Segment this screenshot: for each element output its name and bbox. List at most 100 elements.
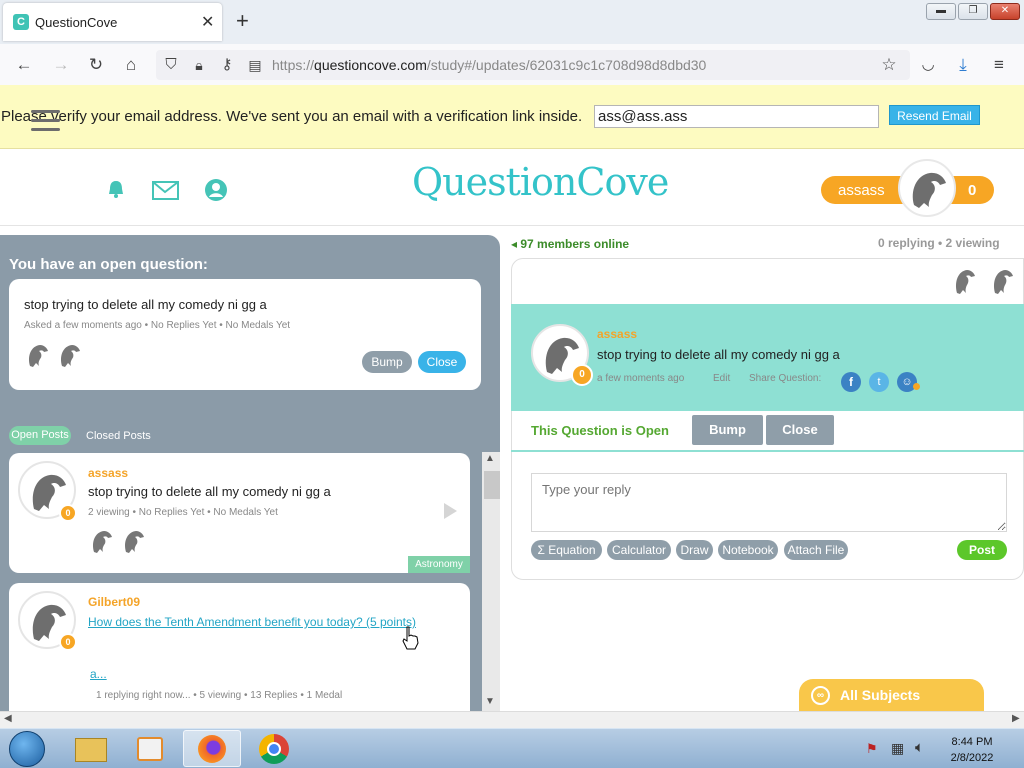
shield-icon[interactable]: ⛉ bbox=[160, 54, 182, 76]
open-question-text[interactable]: stop trying to delete all my comedy ni g… bbox=[24, 297, 267, 312]
horizontal-scrollbar[interactable] bbox=[0, 711, 1024, 728]
email-field[interactable] bbox=[594, 105, 879, 128]
dolphin-medal-icon bbox=[93, 531, 112, 553]
bookmark-star-icon[interactable]: ☆ bbox=[878, 54, 900, 76]
post-title-link[interactable]: How does the Tenth Amendment benefit you… bbox=[88, 613, 418, 631]
equation-button[interactable]: Σ Equation bbox=[531, 540, 602, 560]
pocket-icon[interactable]: ◡ bbox=[917, 54, 939, 76]
user-badge: 0 bbox=[59, 504, 77, 522]
taskbar-explorer[interactable] bbox=[62, 730, 120, 767]
folder-icon bbox=[75, 738, 107, 762]
bump-button[interactable]: Bump bbox=[362, 351, 412, 373]
divider bbox=[511, 450, 1024, 452]
open-question-heading: You have an open question: bbox=[9, 256, 208, 273]
home-icon[interactable]: ⌂ bbox=[120, 54, 142, 76]
user-badge: 0 bbox=[59, 633, 77, 651]
downloads-icon[interactable]: ⤓ bbox=[952, 54, 974, 76]
share-label: Share Question: bbox=[749, 373, 822, 384]
resend-email-button[interactable]: Resend Email bbox=[889, 105, 980, 125]
user-avatar[interactable] bbox=[898, 159, 956, 217]
draw-button[interactable]: Draw bbox=[676, 540, 713, 560]
page-info-icon[interactable]: ▤ bbox=[244, 54, 266, 76]
new-tab-icon[interactable]: + bbox=[236, 8, 249, 34]
close-tab-icon[interactable]: ✕ bbox=[201, 12, 214, 32]
minimize-window-icon[interactable]: ▬ bbox=[926, 3, 956, 20]
post-text[interactable]: stop trying to delete all my comedy ni g… bbox=[88, 484, 331, 499]
close-question-button[interactable]: Close bbox=[418, 351, 466, 373]
subject-tag[interactable]: Astronomy bbox=[408, 556, 470, 573]
notifications-bell-icon[interactable] bbox=[106, 179, 126, 199]
scroll-up-icon[interactable]: ▲ bbox=[485, 453, 495, 464]
scrollbar-thumb[interactable] bbox=[484, 471, 500, 499]
tab-closed-posts[interactable]: Closed Posts bbox=[86, 430, 151, 442]
start-button-icon[interactable] bbox=[9, 731, 45, 767]
facebook-share-icon[interactable]: f bbox=[841, 372, 861, 392]
key-icon[interactable]: ⚷ bbox=[216, 54, 238, 76]
bump-button[interactable]: Bump bbox=[692, 415, 763, 445]
post-username[interactable]: Gilbert09 bbox=[88, 595, 140, 609]
replying-status: 0 replying • 2 viewing bbox=[878, 236, 1000, 250]
reply-input[interactable] bbox=[531, 473, 1007, 532]
profile-icon[interactable] bbox=[204, 178, 228, 202]
post-excerpt[interactable]: a... bbox=[90, 667, 107, 681]
reload-icon[interactable]: ↻ bbox=[85, 54, 107, 76]
all-subjects-label: All Subjects bbox=[840, 687, 921, 703]
verify-message: Please verify your email address. We've … bbox=[1, 108, 583, 125]
media-player-icon bbox=[137, 737, 163, 761]
scroll-left-icon[interactable]: ◀ bbox=[4, 713, 12, 724]
list-item[interactable] bbox=[9, 583, 470, 723]
edit-link[interactable]: Edit bbox=[713, 373, 730, 384]
user-badge: 0 bbox=[571, 364, 593, 386]
hamburger-menu-icon[interactable] bbox=[31, 110, 60, 132]
post-button[interactable]: Post bbox=[957, 540, 1007, 560]
forward-icon[interactable]: → bbox=[50, 54, 72, 76]
network-error-icon[interactable]: ⚑ bbox=[866, 741, 878, 757]
messages-envelope-icon[interactable] bbox=[152, 181, 179, 200]
firefox-icon bbox=[198, 735, 226, 763]
dolphin-medal-icon bbox=[61, 345, 80, 367]
post-username[interactable]: assass bbox=[88, 466, 128, 480]
url-text[interactable]: https://questioncove.com/study#/updates/… bbox=[272, 57, 706, 73]
infinity-icon: ∞ bbox=[811, 686, 830, 705]
back-icon[interactable]: ← bbox=[13, 54, 35, 76]
dolphin-medal-icon bbox=[956, 270, 975, 294]
calculator-button[interactable]: Calculator bbox=[607, 540, 671, 560]
tab-open-posts[interactable]: Open Posts bbox=[9, 426, 71, 445]
clock-time: 8:44 PM bbox=[951, 736, 993, 748]
dolphin-medal-icon bbox=[29, 345, 48, 367]
tab-title: QuestionCove bbox=[35, 15, 118, 30]
menu-icon[interactable]: ≡ bbox=[988, 54, 1010, 76]
open-question-card[interactable] bbox=[9, 279, 481, 390]
lock-icon[interactable]: 🔒︎ bbox=[188, 54, 210, 76]
notebook-button[interactable]: Notebook bbox=[718, 540, 778, 560]
dolphin-avatar-icon bbox=[912, 172, 946, 208]
all-subjects-button[interactable]: ∞ All Subjects bbox=[799, 679, 984, 712]
taskbar-media-player[interactable] bbox=[122, 730, 180, 767]
questioncove-favicon-icon: C bbox=[13, 14, 29, 30]
twitter-share-icon[interactable]: t bbox=[869, 372, 889, 392]
scroll-right-icon[interactable]: ▶ bbox=[1012, 713, 1020, 724]
play-arrow-icon[interactable] bbox=[444, 503, 457, 519]
taskbar-chrome[interactable] bbox=[245, 730, 303, 767]
invite-plus-dot bbox=[913, 383, 920, 390]
dolphin-medal-icon bbox=[994, 270, 1013, 294]
question-time: a few moments ago bbox=[597, 373, 685, 384]
chrome-icon bbox=[259, 734, 289, 764]
close-window-icon[interactable]: ✕ bbox=[990, 3, 1020, 20]
browser-tab[interactable]: C QuestionCove ✕ bbox=[3, 3, 222, 41]
header-score: 0 bbox=[968, 182, 977, 199]
network-icon[interactable]: ▦ bbox=[891, 740, 904, 757]
clock-date: 2/8/2022 bbox=[950, 752, 994, 764]
restore-window-icon[interactable]: ❐ bbox=[958, 3, 988, 20]
question-username[interactable]: assass bbox=[597, 327, 637, 341]
scroll-down-icon[interactable]: ▼ bbox=[485, 696, 495, 707]
taskbar-firefox[interactable] bbox=[183, 730, 241, 767]
close-question-button[interactable]: Close bbox=[766, 415, 834, 445]
taskbar-clock[interactable]: 8:44 PM 2/8/2022 bbox=[940, 734, 1004, 766]
volume-icon[interactable]: 🔈︎ bbox=[915, 739, 924, 756]
attach-file-button[interactable]: Attach File bbox=[784, 540, 848, 560]
header-username[interactable]: assass bbox=[838, 182, 885, 199]
hand-cursor-icon bbox=[402, 626, 419, 650]
open-question-meta: Asked a few moments ago • No Replies Yet… bbox=[24, 320, 291, 331]
questioncove-logo[interactable]: QuestionCove bbox=[412, 160, 669, 204]
